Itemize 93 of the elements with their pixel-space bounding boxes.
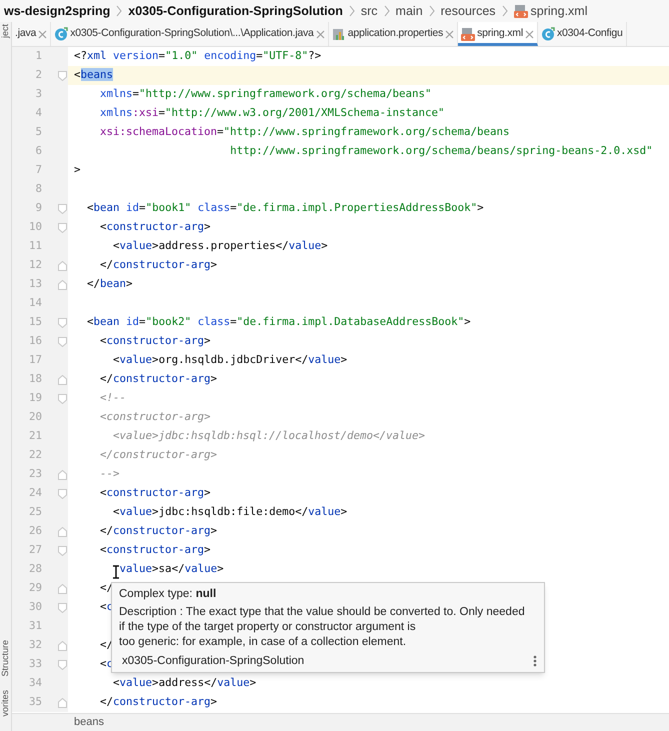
line-number: 17 <box>28 352 42 368</box>
line-number: 6 <box>34 143 42 160</box>
code-line: <value>jdbc:hsqldb:file:demo</value> <box>113 504 348 520</box>
line-number: 3 <box>34 86 42 102</box>
tool-window-tab[interactable]: ject <box>0 24 12 38</box>
line-number: 19 <box>28 390 42 406</box>
line-number: 18 <box>28 371 42 388</box>
status-path[interactable]: beans <box>74 714 104 731</box>
line-number: 23 <box>28 466 42 482</box>
code-line: <value>address.properties</value> <box>113 238 328 254</box>
editor-tab[interactable]: x0304-Configu <box>538 22 627 46</box>
line-number: 31 <box>28 618 42 634</box>
popup-title: Complex type: null <box>119 587 218 602</box>
code-line: <beans <box>74 67 114 84</box>
chevron-icon <box>502 5 508 17</box>
properties-file-icon <box>332 27 346 41</box>
code-line: <bean id="book2" class="de.firma.impl.DatabaseAddressBook"> <box>87 314 471 330</box>
code-line: <constructor-arg> <box>100 409 211 426</box>
tool-window-tab[interactable]: vorites <box>0 690 12 717</box>
line-number: 32 <box>28 637 42 654</box>
line-number: 9 <box>34 200 42 216</box>
code-line: </constructor-arg> <box>100 523 218 540</box>
editor-tab[interactable]: spring.xml <box>458 22 538 46</box>
line-number: 20 <box>28 409 42 426</box>
line-number: 5 <box>34 124 42 140</box>
line-number: 14 <box>28 295 42 312</box>
breadcrumb-item[interactable]: x0305-Configuration-SpringSolution <box>128 2 343 20</box>
code-line: value>sa</value> <box>120 561 224 578</box>
xml-file-icon <box>461 27 476 41</box>
text-cursor-icon <box>112 565 120 579</box>
code-line: xmlns:xsi="http://www.w3.org/2001/XMLSchema-instance" <box>100 105 445 122</box>
line-number: 26 <box>28 523 42 540</box>
code-line: xsi:schemaLocation="http://www.springframework.org/schema/beans <box>100 124 510 140</box>
breadcrumb-item[interactable]: main <box>396 2 423 20</box>
code-line: <constructor-arg> <box>100 333 211 350</box>
line-number: 2 <box>34 67 42 84</box>
chevron-icon <box>116 5 122 17</box>
line-number: 1 <box>34 48 42 64</box>
code-line: </constructor-arg> <box>100 371 218 388</box>
line-number: 28 <box>28 561 42 578</box>
code-line: <constructor-arg> <box>100 542 211 558</box>
tool-window-tab[interactable]: Structure <box>0 640 12 676</box>
line-number: 24 <box>28 485 42 502</box>
breadcrumb-item[interactable]: resources <box>440 2 496 20</box>
code-line: </constructor-arg> <box>100 694 218 710</box>
line-number: 27 <box>28 542 42 558</box>
code-line: </constructor-arg> <box>100 447 218 464</box>
line-number: 4 <box>34 105 42 122</box>
breadcrumb-item[interactable]: spring.xml <box>530 2 588 20</box>
line-number: 15 <box>28 314 42 330</box>
chevron-icon <box>348 5 355 17</box>
line-number: 8 <box>34 181 42 198</box>
code-line: <bean id="book1" class="de.firma.impl.PropertiesAddressBook"> <box>87 200 484 216</box>
xml-file-icon <box>514 4 528 18</box>
line-number: 12 <box>28 257 42 274</box>
line-number: 21 <box>28 428 42 444</box>
chevron-icon <box>428 5 435 17</box>
line-number: 29 <box>28 580 42 596</box>
code-line: <value>jdbc:hsqldb:hsql://localhost/demo</value> <box>113 428 426 444</box>
code-line: <value>org.hsqldb.jdbcDriver</value> <box>113 352 348 368</box>
chevron-icon <box>384 5 390 17</box>
class-icon <box>540 27 555 41</box>
popup-footer: x0305-Configuration-SpringSolution <box>119 654 304 668</box>
code-line: http://www.springframework.org/schema/beans/spring-beans-2.0.xsd" <box>230 143 653 160</box>
code-line: <?xml version="1.0" encoding="UTF-8"?> <box>74 48 322 64</box>
line-number: 11 <box>28 238 42 254</box>
code-line: > <box>74 162 81 178</box>
code-line: </bean> <box>87 276 133 292</box>
code-line: <constructor-arg> <box>100 219 211 236</box>
line-number: 33 <box>28 656 42 672</box>
line-number: 34 <box>28 675 42 692</box>
code-line: <constructor-arg> <box>100 485 211 502</box>
line-number: 16 <box>28 333 42 350</box>
line-number: 35 <box>28 694 42 710</box>
code-line: <!-- <box>100 390 126 406</box>
breadcrumb-item[interactable]: src <box>360 2 378 20</box>
popup-description: Description : The exact type that the value should be converted to. Only needed if the type of the target property or constructor argument is too generic: for example, in case of a collection element. <box>119 605 526 650</box>
line-number: 25 <box>28 504 42 520</box>
line-number: 30 <box>28 599 42 616</box>
fold-marker-icon <box>58 70 67 80</box>
code-line: <value>address</value> <box>113 675 256 692</box>
line-number: 10 <box>28 219 42 236</box>
breadcrumb-item[interactable]: ws-design2spring <box>4 2 110 20</box>
more-options-icon <box>533 655 537 667</box>
line-number: 7 <box>34 162 42 178</box>
line-number: 22 <box>28 447 42 464</box>
editor-tab[interactable]: .java <box>12 22 52 46</box>
class-icon <box>54 27 68 41</box>
code-line: </constructor-arg> <box>100 257 218 274</box>
code-line: --> <box>100 466 120 482</box>
line-number: 13 <box>28 276 42 292</box>
code-line: xmlns="http://www.springframework.org/schema/beans" <box>100 86 432 102</box>
editor-tab[interactable]: x0305-Configuration-SpringSolution\...\Application.java <box>51 22 329 46</box>
